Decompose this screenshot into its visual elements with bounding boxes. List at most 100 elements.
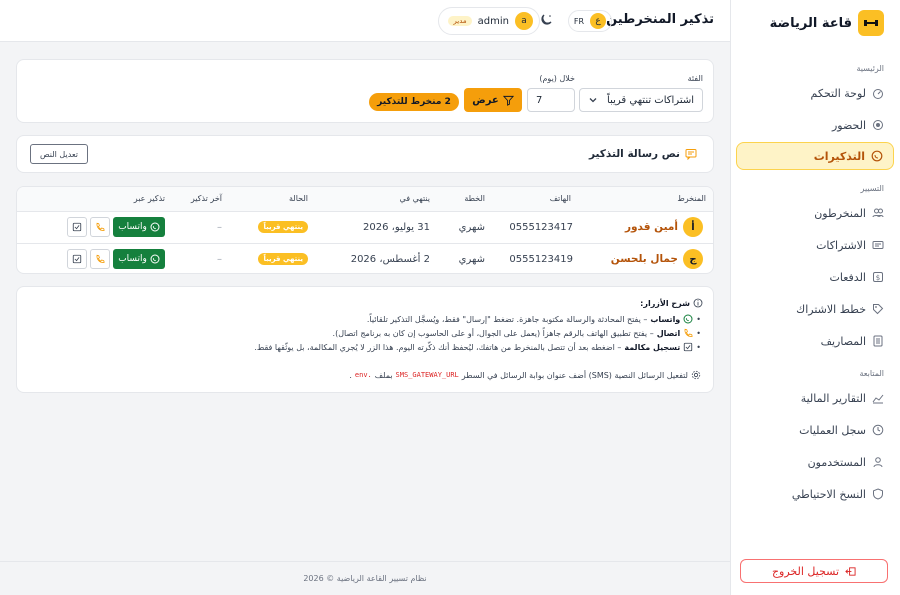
users-icon xyxy=(873,457,883,468)
phone-icon xyxy=(96,222,105,231)
sidebar-item-users[interactable]: المستخدمون xyxy=(736,448,894,476)
sidebar-item-reports[interactable]: التقارير المالية xyxy=(736,384,894,412)
show-button[interactable]: عرض xyxy=(464,88,522,112)
attendance-icon xyxy=(873,120,883,130)
help-text: – اضغطه بعد أن تتصل بالمنخرط من هاتفك، ل… xyxy=(254,342,622,352)
sidebar-item-label: المصاريف xyxy=(820,334,866,348)
whatsapp-icon xyxy=(150,254,160,264)
help-line: • واتساب – يفتح المحادثة والرسالة مكتوبة… xyxy=(367,314,701,324)
whatsapp-button[interactable]: واتساب xyxy=(113,217,165,237)
help-line: • تسجيل مكالمة – اضغطه بعد أن تتصل بالمن… xyxy=(254,342,701,352)
logout-button[interactable]: تسجيل الخروج xyxy=(740,559,888,583)
svg-text:$: $ xyxy=(876,274,880,282)
message-card: نص رسالة التذكير تعديل النص xyxy=(16,135,714,173)
member-name: أمين قدور xyxy=(624,221,678,233)
page-title: تذكير المنخرطين xyxy=(606,12,714,27)
sidebar-item-payments[interactable]: $ الدفعات xyxy=(736,263,894,291)
logout-icon xyxy=(845,566,856,576)
category-value: اشتراكات تنتهي قريباً xyxy=(607,94,694,106)
help-line: • اتصال – يفتح تطبيق الهاتف بالرقم جاهزا… xyxy=(333,328,701,338)
sidebar-item-dashboard[interactable]: لوحة التحكم xyxy=(736,79,894,107)
language-switcher[interactable]: ع FR xyxy=(568,10,612,32)
sidebar-item-expenses[interactable]: المصاريف xyxy=(736,327,894,355)
avatar: أ xyxy=(683,217,703,237)
sms-text-post: بملف xyxy=(374,370,393,380)
days-input[interactable]: 7 xyxy=(527,88,575,112)
sms-file: .env xyxy=(354,371,372,379)
phone-icon xyxy=(684,328,693,337)
sidebar-item-backup[interactable]: النسخ الاحتياطي xyxy=(736,480,894,508)
lang-code: FR xyxy=(573,16,585,26)
help-card: شرح الأزرار: • واتساب – يفتح المحادثة وا… xyxy=(16,286,714,393)
section-main: الرئيسية xyxy=(856,64,884,73)
col-plan: الخطة xyxy=(464,194,485,203)
dumbbell-icon xyxy=(858,10,884,36)
topbar: تذكير المنخرطين ع FR a admin مدير xyxy=(0,0,730,42)
sidebar: قاعة الرياضة الرئيسية لوحة التحكم الحضور… xyxy=(730,0,900,595)
brand[interactable]: قاعة الرياضة xyxy=(770,10,884,36)
info-icon xyxy=(693,298,703,308)
user-name: admin xyxy=(477,15,509,27)
count-badge: 2 منخرط للتذكير xyxy=(369,93,459,111)
brand-name: قاعة الرياضة xyxy=(769,15,852,31)
message-title: نص رسالة التذكير xyxy=(588,148,680,160)
filter-icon xyxy=(502,95,514,106)
sidebar-item-plans[interactable]: خطط الاشتراك xyxy=(736,295,894,323)
whatsapp-button[interactable]: واتساب xyxy=(113,249,165,269)
category-label: الفئة xyxy=(687,74,703,83)
chevron-down-icon xyxy=(589,98,597,103)
message-title-wrap: نص رسالة التذكير xyxy=(589,148,697,160)
end-date: 2 أغسطس، 2026 xyxy=(350,253,430,265)
call-button[interactable] xyxy=(90,217,110,237)
dashboard-icon xyxy=(873,89,883,99)
whatsapp-label: واتساب xyxy=(118,222,147,232)
sidebar-item-label: النسخ الاحتياطي xyxy=(791,487,866,501)
help-title-wrap: شرح الأزرار: xyxy=(640,298,703,308)
whatsapp-icon xyxy=(683,314,693,324)
status-badge-wrap: ينتهي قريباً xyxy=(258,216,308,238)
table-row-member[interactable]: أ أمين قدور xyxy=(625,216,703,238)
sidebar-item-log[interactable]: سجل العمليات xyxy=(736,416,894,444)
phone: 0555123417 xyxy=(509,221,573,233)
members-icon xyxy=(872,208,884,218)
call-button[interactable] xyxy=(90,249,110,269)
col-via: تذكير عبر xyxy=(133,194,165,203)
help-term: واتساب xyxy=(650,314,681,324)
days-label: خلال (يوم) xyxy=(539,74,575,83)
clock-icon xyxy=(872,424,884,436)
bullet: • xyxy=(696,328,701,338)
user-menu[interactable]: a admin مدير xyxy=(438,7,540,35)
category-select[interactable]: اشتراكات تنتهي قريباً xyxy=(579,88,703,112)
col-phone: الهاتف xyxy=(549,194,571,203)
section-manage: التسيير xyxy=(860,184,884,193)
lang-avatar: ع xyxy=(590,13,607,29)
shield-icon xyxy=(873,488,883,500)
sidebar-item-label: المستخدمون xyxy=(807,455,866,469)
edit-text-button[interactable]: تعديل النص xyxy=(30,144,88,164)
section-follow: المتابعة xyxy=(859,369,884,378)
sidebar-item-label: التقارير المالية xyxy=(800,391,866,405)
log-call-button[interactable] xyxy=(67,249,87,269)
status-badge: ينتهي قريباً xyxy=(258,253,308,265)
expenses-icon xyxy=(873,335,883,347)
member-name: جمال بلحسن xyxy=(610,253,678,265)
sidebar-item-members[interactable]: المنخرطون xyxy=(736,199,894,227)
sidebar-item-subscriptions[interactable]: الاشتراكات xyxy=(736,231,894,259)
sidebar-item-attendance[interactable]: الحضور xyxy=(736,111,894,139)
avatar: a xyxy=(515,12,533,30)
divider xyxy=(17,211,713,212)
sms-text: لتفعيل الرسائل النصية (SMS) أضف عنوان بو… xyxy=(461,370,688,380)
avatar: ج xyxy=(683,249,703,269)
help-term: اتصال xyxy=(656,328,681,338)
col-last: آخر تذكير xyxy=(190,194,222,203)
phone-icon xyxy=(96,254,105,263)
log-call-button[interactable] xyxy=(67,217,87,237)
check-square-icon xyxy=(72,254,82,264)
moon-icon[interactable] xyxy=(538,12,554,31)
sidebar-item-reminders[interactable]: التذكيرات xyxy=(736,142,894,170)
help-term: تسجيل مكالمة xyxy=(624,342,681,352)
table-row-member[interactable]: ج جمال بلحسن xyxy=(611,248,703,270)
check-square-icon xyxy=(72,222,82,232)
status-badge-wrap: ينتهي قريباً xyxy=(258,248,308,270)
col-ends: ينتهي في xyxy=(399,194,430,203)
